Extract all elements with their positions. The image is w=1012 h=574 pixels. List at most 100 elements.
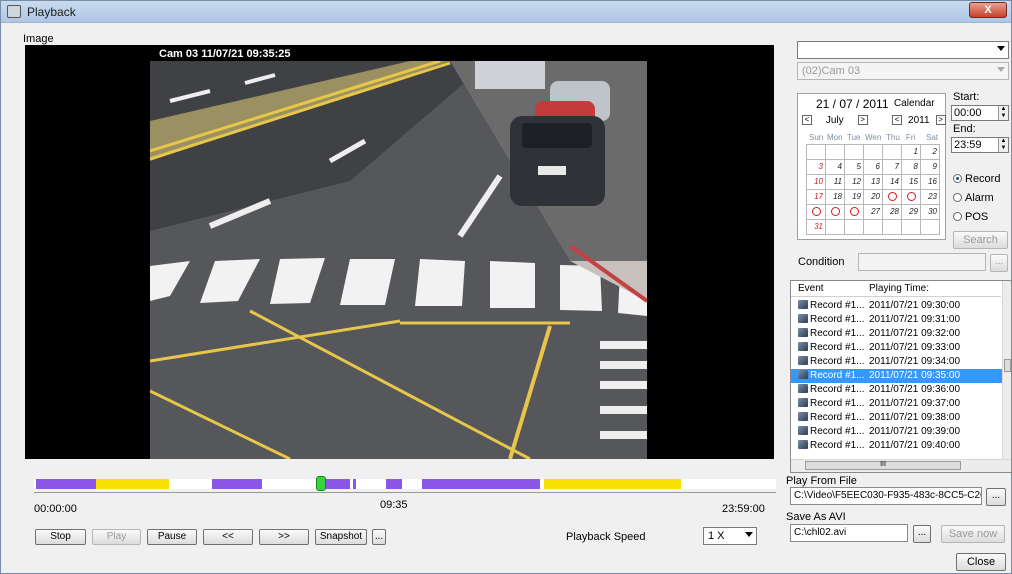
- timeline-cursor[interactable]: [316, 476, 326, 491]
- close-button[interactable]: Close: [956, 553, 1006, 571]
- event-row[interactable]: Record #1... 2011/07/21 09:40:00: [791, 439, 1002, 453]
- calendar-day[interactable]: 8: [901, 159, 921, 175]
- event-time: 2011/07/21 09:39:00: [869, 426, 961, 437]
- vertical-scroll-thumb[interactable]: [1004, 359, 1011, 372]
- event-row[interactable]: Record #1... 2011/07/21 09:35:00: [791, 369, 1002, 383]
- record-mark-icon: [849, 207, 859, 216]
- camera-select[interactable]: (02)Cam 03: [797, 62, 1009, 80]
- condition-options-button[interactable]: ...: [990, 254, 1008, 272]
- snapshot-button[interactable]: Snapshot: [315, 529, 367, 545]
- spinner-icon[interactable]: ▲ ▼: [998, 138, 1008, 152]
- save-as-avi-input[interactable]: C:\chl02.avi: [790, 524, 908, 542]
- playback-speed-select[interactable]: 1 X: [703, 527, 757, 545]
- calendar-day[interactable]: 11: [825, 174, 845, 190]
- calendar-day[interactable]: [806, 204, 826, 220]
- calendar-day[interactable]: 9: [920, 159, 940, 175]
- calendar-day[interactable]: 7: [882, 159, 902, 175]
- next-month-button[interactable]: >: [857, 115, 868, 126]
- event-row[interactable]: Record #1... 2011/07/21 09:39:00: [791, 425, 1002, 439]
- calendar-day[interactable]: 2: [920, 144, 940, 160]
- event-row[interactable]: Record #1... 2011/07/21 09:38:00: [791, 411, 1002, 425]
- event-row[interactable]: Record #1... 2011/07/21 09:37:00: [791, 397, 1002, 411]
- event-name: Record #1...: [810, 370, 865, 381]
- play-from-file-label: Play From File: [786, 475, 857, 487]
- event-row[interactable]: Record #1... 2011/07/21 09:30:00: [791, 299, 1002, 313]
- calendar-day[interactable]: [844, 204, 864, 220]
- calendar-day[interactable]: 1: [901, 144, 921, 160]
- calendar-day[interactable]: 31: [806, 219, 826, 235]
- fast-forward-button[interactable]: >>: [259, 529, 309, 545]
- stop-button[interactable]: Stop: [35, 529, 86, 545]
- calendar-day[interactable]: 23: [920, 189, 940, 205]
- calendar-day[interactable]: 6: [863, 159, 883, 175]
- save-now-button[interactable]: Save now: [941, 525, 1005, 543]
- column-event[interactable]: Event: [798, 283, 824, 294]
- playback-speed-value: 1 X: [708, 530, 725, 542]
- timeline-track[interactable]: [34, 476, 776, 491]
- condition-field[interactable]: [858, 253, 986, 271]
- calendar-day[interactable]: [882, 189, 902, 205]
- calendar-day[interactable]: 13: [863, 174, 883, 190]
- playback-window: Playback X Image Cam 03 11/07/21 09:35:2…: [0, 0, 1012, 574]
- calendar-day: [806, 144, 826, 160]
- calendar-day[interactable]: 15: [901, 174, 921, 190]
- event-time: 2011/07/21 09:35:00: [869, 370, 961, 381]
- calendar-day: [882, 219, 902, 235]
- play-from-file-input[interactable]: C:\Video\F5EEC030-F935-483c-8CC5-C266: [790, 487, 982, 505]
- horizontal-scroll-thumb[interactable]: III: [805, 461, 961, 470]
- calendar-day[interactable]: 5: [844, 159, 864, 175]
- search-button[interactable]: Search: [953, 231, 1008, 249]
- event-row[interactable]: Record #1... 2011/07/21 09:32:00: [791, 327, 1002, 341]
- calendar-day[interactable]: 20: [863, 189, 883, 205]
- site-select[interactable]: [797, 41, 1009, 59]
- dow-thu: Thu: [886, 133, 900, 142]
- calendar-day[interactable]: 12: [844, 174, 864, 190]
- prev-month-button[interactable]: <: [802, 115, 812, 126]
- calendar-day[interactable]: 29: [901, 204, 921, 220]
- calendar-day[interactable]: 4: [825, 159, 845, 175]
- event-list-header: Event Playing Time:: [791, 281, 1001, 297]
- spinner-icon[interactable]: ▲ ▼: [998, 106, 1008, 120]
- event-name: Record #1...: [810, 314, 865, 325]
- snapshot-options-button[interactable]: ...: [372, 529, 386, 545]
- close-window-button[interactable]: X: [969, 2, 1007, 18]
- start-time-input[interactable]: 00:00 ▲ ▼: [951, 105, 1009, 121]
- save-as-avi-label: Save As AVI: [786, 511, 846, 523]
- calendar-day[interactable]: 27: [863, 204, 883, 220]
- calendar-day[interactable]: 10: [806, 174, 826, 190]
- calendar-day[interactable]: 28: [882, 204, 902, 220]
- calendar-day[interactable]: 14: [882, 174, 902, 190]
- pause-button[interactable]: Pause: [147, 529, 197, 545]
- calendar-month-nav: < July >: [802, 115, 868, 127]
- event-list[interactable]: Event Playing Time: Record #1... 2011/07/…: [790, 280, 1012, 473]
- calendar-day[interactable]: 3: [806, 159, 826, 175]
- column-playing-time[interactable]: Playing Time:: [869, 283, 929, 294]
- calendar-day[interactable]: 30: [920, 204, 940, 220]
- prev-year-button[interactable]: <: [892, 115, 902, 126]
- timeline-segment-alarm: [96, 479, 169, 489]
- calendar-day[interactable]: 18: [825, 189, 845, 205]
- radio-record[interactable]: Record: [953, 173, 1000, 185]
- browse-avi-button[interactable]: ...: [913, 525, 931, 543]
- calendar-day: [825, 219, 845, 235]
- event-row[interactable]: Record #1... 2011/07/21 09:33:00: [791, 341, 1002, 355]
- calendar-day[interactable]: 17: [806, 189, 826, 205]
- calendar-day: [901, 219, 921, 235]
- record-icon: [798, 370, 808, 379]
- radio-alarm[interactable]: Alarm: [953, 192, 994, 204]
- browse-file-button[interactable]: ...: [986, 488, 1006, 506]
- calendar-day[interactable]: [825, 204, 845, 220]
- end-time-input[interactable]: 23:59 ▲ ▼: [951, 137, 1009, 153]
- calendar-day[interactable]: 16: [920, 174, 940, 190]
- play-button[interactable]: Play: [92, 529, 141, 545]
- radio-pos[interactable]: POS: [953, 211, 988, 223]
- event-row[interactable]: Record #1... 2011/07/21 09:31:00: [791, 313, 1002, 327]
- next-year-button[interactable]: >: [935, 115, 946, 126]
- start-label: Start:: [953, 91, 980, 103]
- calendar-day[interactable]: 19: [844, 189, 864, 205]
- radio-selected-icon: [953, 174, 962, 183]
- calendar-day[interactable]: [901, 189, 921, 205]
- event-row[interactable]: Record #1... 2011/07/21 09:36:00: [791, 383, 1002, 397]
- event-row[interactable]: Record #1... 2011/07/21 09:34:00: [791, 355, 1002, 369]
- rewind-button[interactable]: <<: [203, 529, 253, 545]
